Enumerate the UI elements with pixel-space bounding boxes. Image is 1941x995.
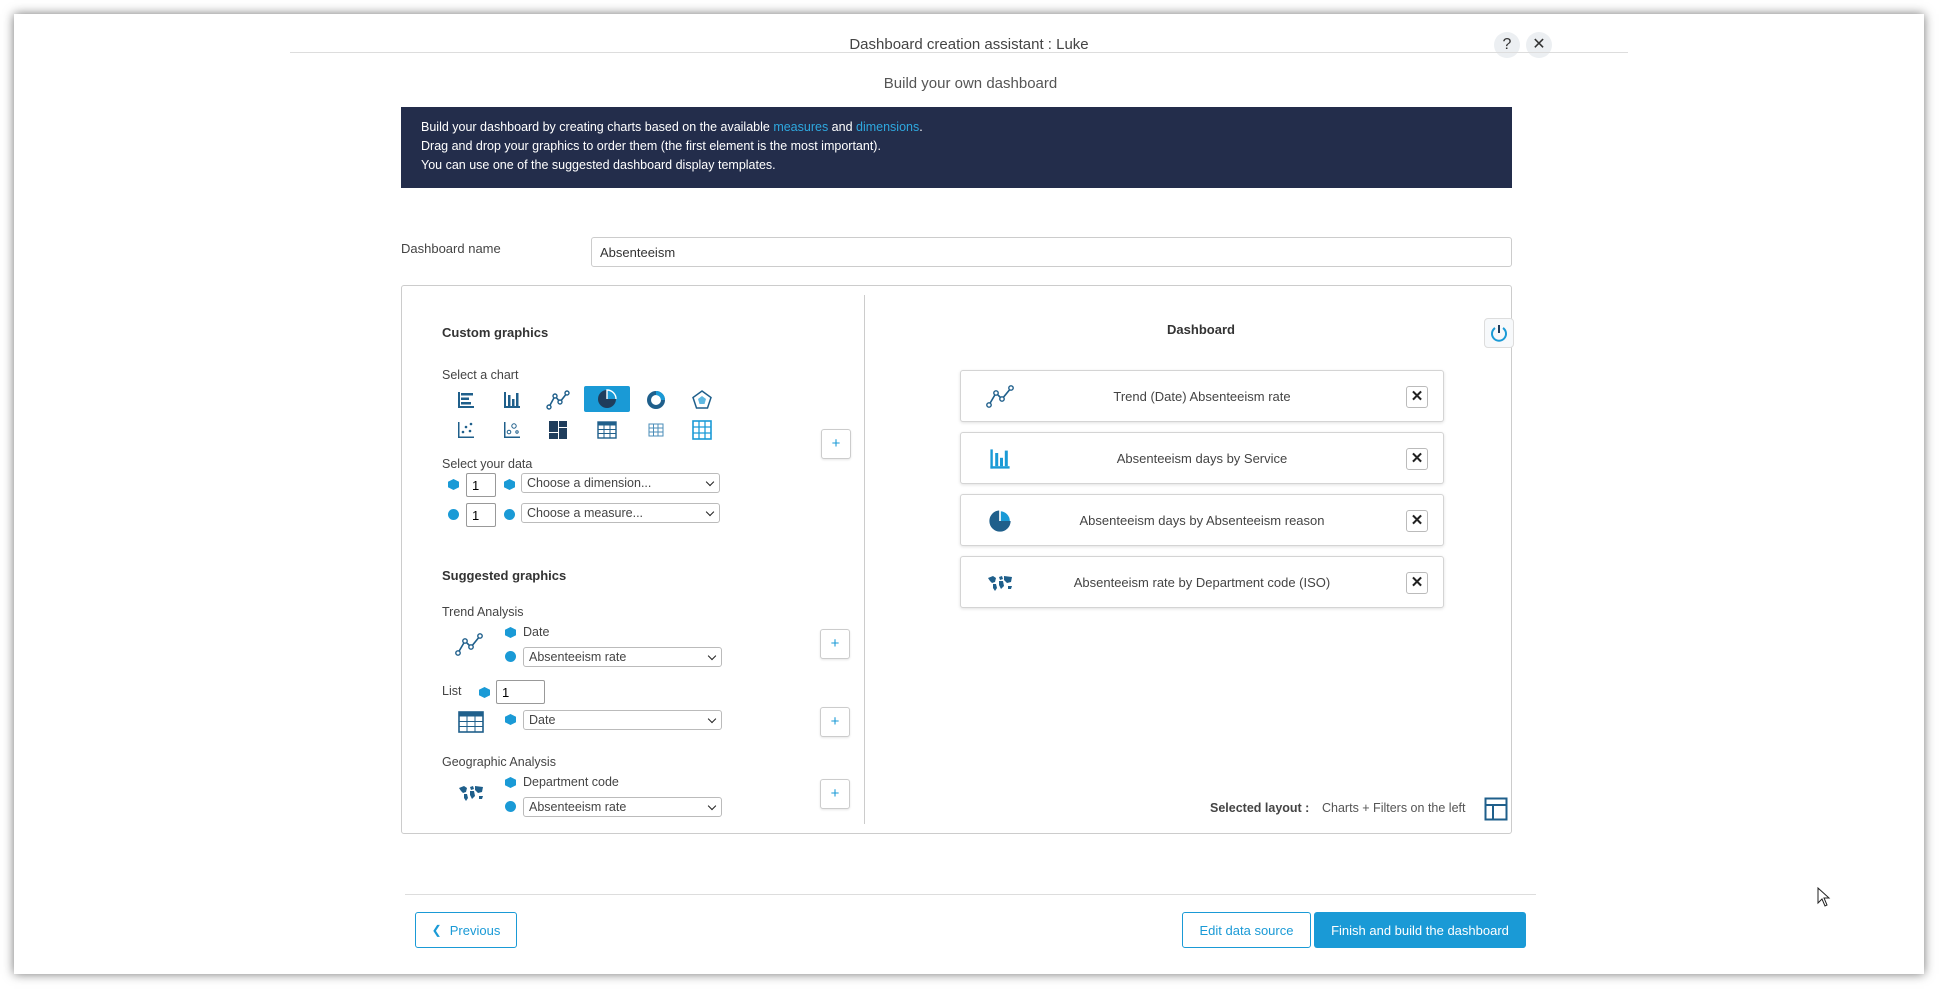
world-map-icon [985,570,1015,596]
banner-text: Build your dashboard by creating charts … [421,120,774,134]
header-divider [290,52,1628,53]
measure-count-input[interactable] [466,503,496,527]
list-count-input[interactable] [496,680,545,704]
dashboard-name-label: Dashboard name [401,241,501,256]
select-data-label: Select your data [442,457,533,471]
select-chart-label: Select a chart [442,368,519,382]
table-icon [458,710,484,739]
bar-chart-icon [985,446,1015,472]
pie-chart-icon[interactable] [584,386,630,412]
grid-table-icon[interactable] [679,417,725,443]
add-trend-button[interactable]: + [820,629,850,659]
dimensions-link[interactable]: dimensions [856,120,919,134]
donut-chart-icon[interactable] [633,387,679,413]
add-custom-chart-button[interactable]: + [821,429,851,459]
horizontal-bar-chart-icon[interactable] [443,387,489,413]
list-label: List [442,684,462,698]
remove-item-button[interactable]: ✕ [1406,386,1428,408]
dashboard-item[interactable]: Trend (Date) Absenteeism rate ✕ [960,370,1444,422]
line-chart-icon [455,633,483,662]
reset-button[interactable] [1484,318,1514,348]
table-chart-icon[interactable] [584,417,630,443]
edit-data-source-button[interactable]: Edit data source [1182,912,1311,948]
close-button[interactable]: ✕ [1526,32,1552,58]
remove-item-button[interactable]: ✕ [1406,448,1428,470]
footer-divider [405,894,1536,895]
add-list-button[interactable]: + [820,707,850,737]
banner-line-2: Drag and drop your graphics to order the… [421,139,881,153]
dashboard-title: Dashboard [1167,322,1235,337]
previous-button[interactable]: ❮ Previous [415,912,517,948]
dashboard-item[interactable]: Absenteeism days by Absenteeism reason ✕ [960,494,1444,546]
remove-item-button[interactable]: ✕ [1406,572,1428,594]
banner-line-3: You can use one of the suggested dashboa… [421,158,776,172]
trend-measure-select[interactable]: Absenteeism rate [523,647,722,667]
remove-item-button[interactable]: ✕ [1406,510,1428,532]
measure-icon [504,509,515,520]
geo-measure-select[interactable]: Absenteeism rate [523,797,722,817]
dashboard-item[interactable]: Absenteeism days by Service ✕ [960,432,1444,484]
dashboard-item-label: Absenteeism rate by Department code (ISO… [1073,575,1331,590]
measure-icon [448,509,459,520]
suggested-graphics-title: Suggested graphics [442,568,567,583]
dimension-count-input[interactable] [466,473,496,497]
trend-analysis-label: Trend Analysis [442,605,524,619]
line-chart-icon [985,384,1015,410]
custom-graphics-title: Custom graphics [442,325,549,340]
geographic-analysis-label: Geographic Analysis [442,755,556,769]
measure-icon [505,801,516,812]
dashboard-item-label: Absenteeism days by Service [1116,451,1288,466]
dashboard-item[interactable]: Absenteeism rate by Department code (ISO… [960,556,1444,608]
layout-icon[interactable] [1481,794,1511,824]
dashboard-name-input[interactable] [591,237,1512,267]
vertical-bar-chart-icon[interactable] [489,387,535,413]
help-button[interactable]: ? [1494,32,1520,58]
scatter-chart-icon[interactable] [443,417,489,443]
panel-divider [864,295,865,824]
window-title: Dashboard creation assistant : Luke [849,36,1089,53]
info-banner: Build your dashboard by creating charts … [401,107,1512,188]
add-geo-button[interactable]: + [820,779,850,809]
selected-layout-value: Charts + Filters on the left [1322,801,1466,815]
measure-icon [505,651,516,662]
pivot-table-icon[interactable] [633,417,679,443]
list-dimension-select[interactable]: Date [523,710,722,730]
trend-dimension: Date [523,625,550,639]
geo-dimension: Department code [523,775,619,789]
world-map-icon [457,784,485,807]
measure-select[interactable]: Choose a measure... [521,503,720,523]
page-subtitle: Build your own dashboard [883,75,1058,92]
measures-link[interactable]: measures [773,120,828,134]
banner-text: . [919,120,923,134]
chevron-left-icon: ❮ [431,923,442,937]
bubble-chart-icon[interactable] [489,417,535,443]
finish-build-button[interactable]: Finish and build the dashboard [1314,912,1526,948]
mouse-cursor-icon [1817,886,1831,912]
dashboard-item-label: Absenteeism days by Absenteeism reason [1079,513,1325,528]
power-icon [1491,325,1507,342]
banner-text: and [828,120,857,134]
previous-label: Previous [449,922,501,938]
selected-layout-label: Selected layout : [1210,801,1310,815]
treemap-chart-icon[interactable] [535,417,581,443]
pie-chart-icon [985,508,1015,534]
dashboard-item-label: Trend (Date) Absenteeism rate [1113,389,1291,404]
line-chart-icon[interactable] [535,387,581,413]
radar-chart-icon[interactable] [679,387,725,413]
dimension-select[interactable]: Choose a dimension... [521,473,720,493]
